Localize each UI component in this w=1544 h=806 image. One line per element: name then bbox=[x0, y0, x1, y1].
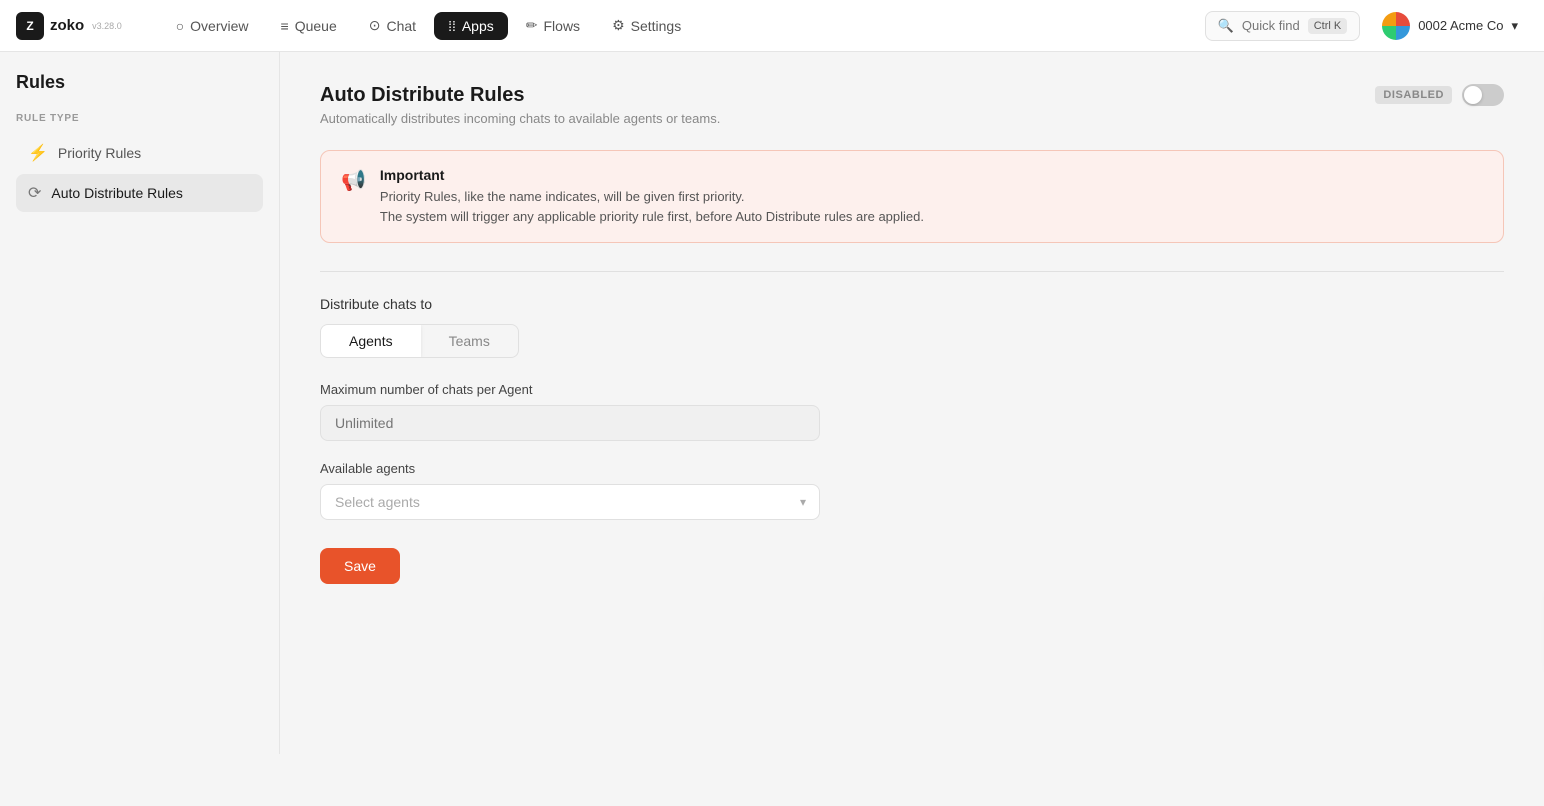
info-line1: Priority Rules, like the name indicates,… bbox=[380, 187, 924, 207]
priority-rules-icon: ⚡ bbox=[28, 143, 48, 163]
nav-item-overview[interactable]: ○ Overview bbox=[162, 12, 263, 40]
nav-item-flows[interactable]: ✏ Flows bbox=[512, 11, 594, 40]
info-content: Important Priority Rules, like the name … bbox=[380, 167, 924, 226]
info-banner: 📢 Important Priority Rules, like the nam… bbox=[320, 150, 1504, 243]
save-button[interactable]: Save bbox=[320, 548, 400, 584]
enable-toggle[interactable] bbox=[1462, 84, 1504, 106]
nav-item-chat[interactable]: ⊙ Chat bbox=[355, 11, 430, 40]
nav-item-settings[interactable]: ⚙ Settings bbox=[598, 11, 695, 40]
max-chats-label: Maximum number of chats per Agent bbox=[320, 382, 1504, 397]
overview-icon: ○ bbox=[176, 18, 184, 34]
available-agents-section: Available agents Select agents ▾ bbox=[320, 461, 1504, 520]
workspace-selector[interactable]: 0002 Acme Co ▾ bbox=[1372, 8, 1528, 44]
main-content: Auto Distribute Rules Automatically dist… bbox=[280, 52, 1544, 754]
distribute-section: Distribute chats to Agents Teams bbox=[320, 296, 1504, 358]
page-subtitle: Automatically distributes incoming chats… bbox=[320, 111, 720, 126]
apps-icon: ⁞⁞ bbox=[448, 18, 456, 34]
ctrl-key: Ctrl bbox=[1314, 20, 1331, 32]
workspace-avatar bbox=[1382, 12, 1410, 40]
section-divider bbox=[320, 271, 1504, 272]
workspace-name: 0002 Acme Co bbox=[1418, 18, 1503, 33]
sidebar-item-label-priority: Priority Rules bbox=[58, 145, 141, 161]
info-title: Important bbox=[380, 167, 924, 183]
available-agents-label: Available agents bbox=[320, 461, 1504, 476]
sidebar-item-auto-distribute[interactable]: ⟳ Auto Distribute Rules bbox=[16, 174, 263, 212]
logo-text: zoko bbox=[50, 17, 84, 34]
sidebar-item-priority-rules[interactable]: ⚡ Priority Rules bbox=[16, 134, 263, 172]
page-header-text: Auto Distribute Rules Automatically dist… bbox=[320, 84, 720, 126]
nav-links: ○ Overview ≡ Queue ⊙ Chat ⁞⁞ Apps ✏ Flow… bbox=[162, 11, 1205, 40]
chat-icon: ⊙ bbox=[369, 17, 381, 34]
flows-icon: ✏ bbox=[526, 17, 538, 34]
sidebar-title: Rules bbox=[16, 72, 263, 93]
megaphone-icon: 📢 bbox=[341, 168, 366, 193]
nav-label-chat: Chat bbox=[386, 18, 416, 34]
main-layout: Rules RULE TYPE ⚡ Priority Rules ⟳ Auto … bbox=[0, 52, 1544, 754]
rule-type-label: RULE TYPE bbox=[16, 113, 263, 124]
sidebar: Rules RULE TYPE ⚡ Priority Rules ⟳ Auto … bbox=[0, 52, 280, 754]
top-navigation: Z zoko v3.28.0 ○ Overview ≡ Queue ⊙ Chat… bbox=[0, 0, 1544, 52]
settings-icon: ⚙ bbox=[612, 17, 625, 34]
nav-label-overview: Overview bbox=[190, 18, 248, 34]
nav-label-apps: Apps bbox=[462, 18, 494, 34]
auto-distribute-icon: ⟳ bbox=[28, 183, 41, 203]
tab-agents[interactable]: Agents bbox=[321, 325, 421, 357]
logo-icon: Z bbox=[16, 12, 44, 40]
keyboard-shortcut: Ctrl K bbox=[1308, 18, 1347, 34]
toggle-area: DISABLED bbox=[1375, 84, 1504, 106]
nav-label-queue: Queue bbox=[295, 18, 337, 34]
logo-version: v3.28.0 bbox=[92, 21, 122, 31]
distribute-tab-group: Agents Teams bbox=[320, 324, 519, 358]
disabled-badge: DISABLED bbox=[1375, 86, 1452, 104]
k-key: K bbox=[1334, 20, 1341, 32]
logo-area[interactable]: Z zoko v3.28.0 bbox=[16, 12, 122, 40]
toggle-knob bbox=[1464, 86, 1482, 104]
info-line2: The system will trigger any applicable p… bbox=[380, 207, 924, 227]
sidebar-item-label-auto: Auto Distribute Rules bbox=[51, 185, 183, 201]
nav-item-apps[interactable]: ⁞⁞ Apps bbox=[434, 12, 508, 40]
search-icon: 🔍 bbox=[1218, 18, 1234, 34]
nav-label-flows: Flows bbox=[544, 18, 581, 34]
agents-select[interactable]: Select agents bbox=[320, 484, 820, 520]
agents-select-wrapper: Select agents ▾ bbox=[320, 484, 820, 520]
max-chats-section: Maximum number of chats per Agent bbox=[320, 382, 1504, 441]
nav-right: 🔍 Quick find Ctrl K 0002 Acme Co ▾ bbox=[1205, 8, 1528, 44]
tab-teams[interactable]: Teams bbox=[421, 325, 518, 357]
quick-find-button[interactable]: 🔍 Quick find Ctrl K bbox=[1205, 11, 1360, 41]
chevron-down-icon: ▾ bbox=[1511, 18, 1518, 34]
page-title: Auto Distribute Rules bbox=[320, 84, 720, 107]
nav-label-settings: Settings bbox=[631, 18, 682, 34]
queue-icon: ≡ bbox=[281, 18, 289, 34]
max-chats-input[interactable] bbox=[320, 405, 820, 441]
page-header: Auto Distribute Rules Automatically dist… bbox=[320, 84, 1504, 126]
quick-find-label: Quick find bbox=[1242, 18, 1300, 33]
nav-item-queue[interactable]: ≡ Queue bbox=[267, 12, 351, 40]
distribute-label: Distribute chats to bbox=[320, 296, 1504, 312]
